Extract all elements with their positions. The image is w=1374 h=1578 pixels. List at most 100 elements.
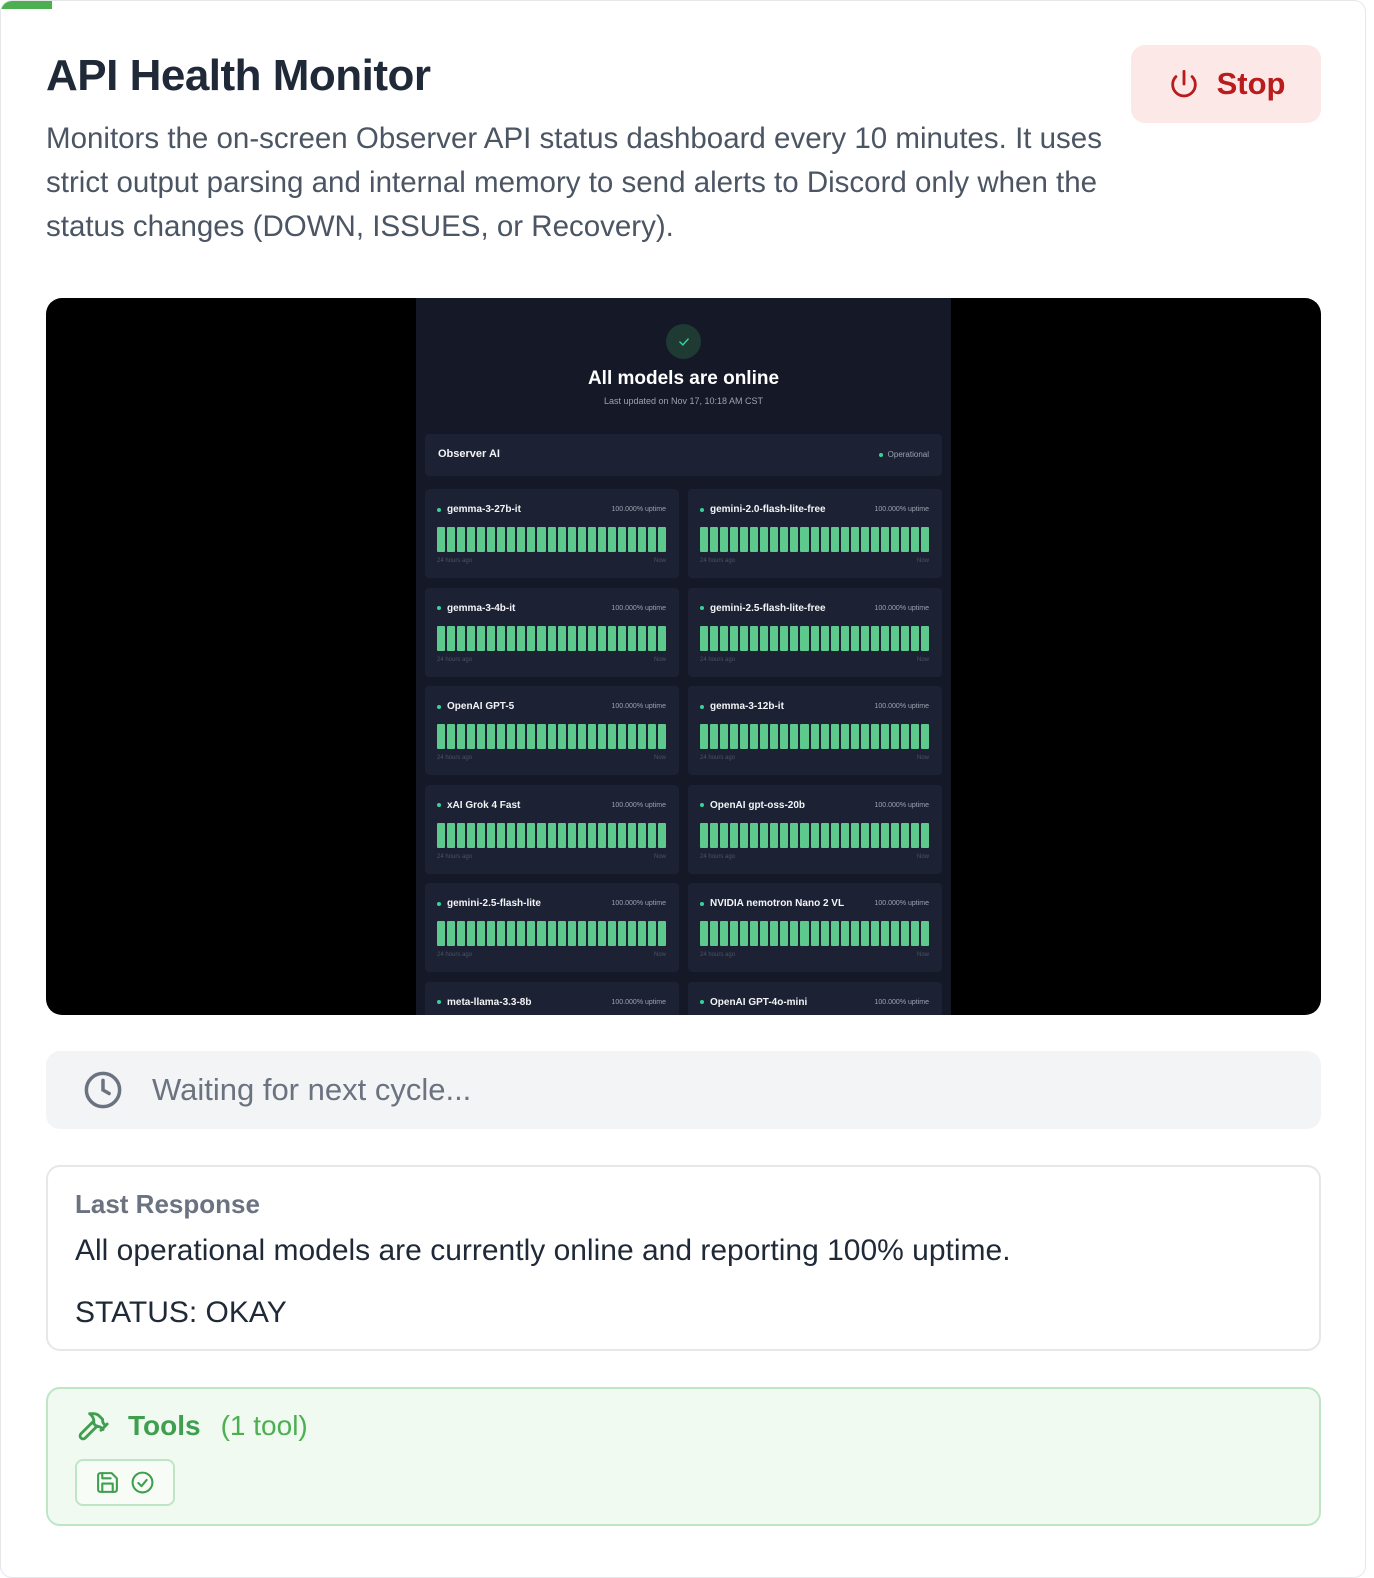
uptime-bar <box>507 921 516 946</box>
uptime-bar <box>840 822 849 848</box>
uptime-bar <box>810 625 819 651</box>
model-range-end: Now <box>916 853 929 860</box>
uptime-bar <box>627 527 636 552</box>
dashboard-headline: All models are online <box>587 368 780 389</box>
uptime-bar <box>860 527 869 552</box>
uptime-bar <box>497 921 506 946</box>
progress-accent-bar <box>1 1 52 9</box>
tool-chip[interactable] <box>75 1459 175 1506</box>
uptime-bar <box>577 822 586 848</box>
model-name: OpenAI GPT-4o-mini <box>700 997 807 1008</box>
uptime-bar <box>617 625 626 651</box>
uptime-bar <box>617 921 626 946</box>
model-range-end: Now <box>916 755 929 761</box>
uptime-bar <box>860 822 869 848</box>
uptime-bar <box>447 724 456 749</box>
uptime-bar <box>477 822 486 848</box>
status-dot <box>700 901 704 906</box>
uptime-bar <box>730 822 739 848</box>
model-name-text: NVIDIA nemotron Nano 2 VL <box>710 898 845 909</box>
check-circle-icon <box>131 1471 154 1494</box>
uptime-bar <box>760 921 769 946</box>
uptime-bar <box>890 822 899 848</box>
model-uptime: 100.000% uptime <box>611 703 666 710</box>
last-response-text: All operational models are currently onl… <box>75 1234 1011 1267</box>
uptime-bar <box>800 822 809 848</box>
stop-button[interactable]: Stop <box>1131 45 1321 123</box>
uptime-bar <box>880 724 889 749</box>
uptime-bar <box>437 527 446 552</box>
model-name: OpenAI GPT-5 <box>437 701 514 712</box>
uptime-bar <box>890 527 899 552</box>
uptime-bar <box>820 822 829 848</box>
uptime-bar <box>587 625 596 651</box>
model-uptime: 100.000% uptime <box>611 604 666 612</box>
uptime-bar <box>740 921 749 946</box>
uptime-bar <box>537 625 546 651</box>
uptime-bar <box>890 625 899 651</box>
uptime-bar <box>447 527 456 552</box>
uptime-bar <box>820 625 829 651</box>
model-name: gemini-2.5-flash-lite-free <box>700 603 826 614</box>
uptime-bar <box>577 527 586 552</box>
uptime-bar <box>770 527 779 552</box>
uptime-bar <box>517 724 526 749</box>
uptime-bar <box>587 724 596 749</box>
uptime-bar <box>567 822 576 848</box>
model-name: meta-llama-3.3-8b <box>437 997 531 1008</box>
uptime-bar <box>780 822 789 848</box>
model-name: NVIDIA nemotron Nano 2 VL <box>700 898 844 909</box>
model-name: gemini-2.0-flash-lite-free <box>700 504 826 515</box>
status-dot <box>700 507 704 512</box>
model-range-end: Now <box>653 656 666 663</box>
uptime-bar <box>567 625 576 651</box>
uptime-bar <box>527 921 536 946</box>
model-range-start: 24 hours ago <box>437 558 473 564</box>
uptime-bars <box>700 625 930 651</box>
model-name-text: gemini-2.0-flash-lite-free <box>710 504 826 515</box>
uptime-bars <box>437 921 667 946</box>
uptime-bar <box>447 822 456 848</box>
uptime-bar <box>517 527 526 552</box>
uptime-bar <box>658 724 667 749</box>
uptime-bar <box>477 724 486 749</box>
uptime-bar <box>780 625 789 651</box>
last-response-status: STATUS: OKAY <box>75 1296 287 1329</box>
uptime-bar <box>921 724 930 749</box>
uptime-bar <box>537 921 546 946</box>
tools-header[interactable]: Tools (1 tool) <box>76 1409 308 1443</box>
uptime-bar <box>557 625 566 651</box>
model-uptime: 100.000% uptime <box>874 998 929 1006</box>
model-uptime: 100.000% uptime <box>874 900 929 907</box>
uptime-bar <box>810 822 819 848</box>
status-dot <box>437 1000 441 1004</box>
uptime-bar <box>597 724 606 749</box>
uptime-bar <box>770 822 779 848</box>
uptime-bar <box>700 921 709 946</box>
uptime-bar <box>517 921 526 946</box>
uptime-bar <box>790 527 799 552</box>
uptime-bar <box>760 527 769 552</box>
uptime-bars <box>700 724 930 749</box>
model-name-text: gemma-3-4b-it <box>447 602 516 614</box>
uptime-bar <box>870 921 879 946</box>
uptime-bar <box>467 625 476 651</box>
uptime-bar <box>720 625 729 651</box>
cycle-status: Waiting for next cycle... <box>46 1051 1321 1129</box>
uptime-bar <box>910 527 920 552</box>
model-status-card: gemini-2.0-flash-lite-free 100.000% uptim… <box>688 489 942 578</box>
uptime-bar <box>577 625 586 651</box>
uptime-bar <box>840 527 849 552</box>
model-status-card: gemma-3-4b-it 100.000% uptime 24 hours ago… <box>425 587 679 677</box>
model-uptime: 100.000% uptime <box>611 900 666 907</box>
uptime-bar <box>870 724 879 749</box>
uptime-bar <box>840 625 849 651</box>
uptime-bar <box>830 724 839 749</box>
uptime-bar <box>900 625 909 651</box>
model-status-card: xAI Grok 4 Fast 100.000% uptime 24 hours a… <box>425 784 679 874</box>
model-status-card: meta-llama-3.3-8b100.000% uptime24 hours… <box>425 981 679 1015</box>
last-response-panel: Last Response All operational models are… <box>46 1165 1321 1351</box>
uptime-bar <box>870 822 879 848</box>
uptime-bar <box>700 724 709 749</box>
model-name: gemini-2.5-flash-lite <box>437 898 541 909</box>
